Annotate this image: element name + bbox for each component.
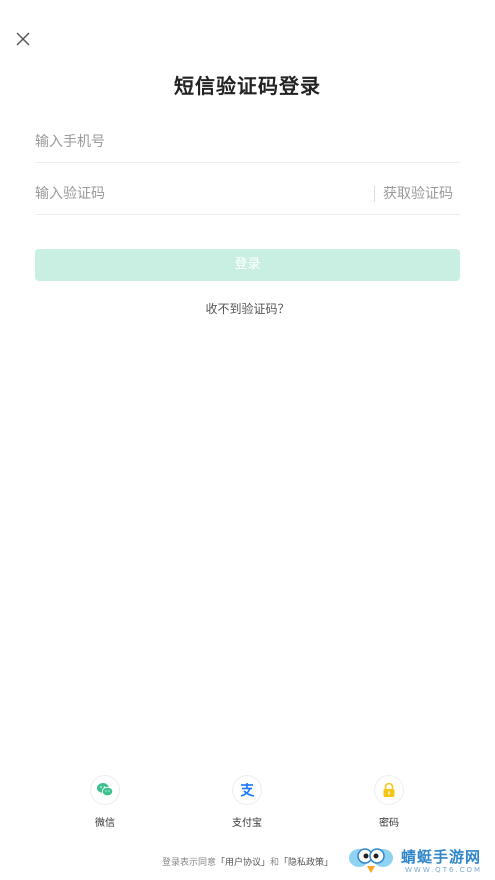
lock-icon <box>383 782 395 797</box>
no-code-link[interactable]: 收不到验证码？ <box>0 300 495 317</box>
close-button[interactable] <box>13 29 33 49</box>
code-input[interactable] <box>35 174 335 214</box>
get-code-button[interactable]: 获取验证码 <box>374 186 453 202</box>
close-icon <box>16 32 30 46</box>
alipay-icon-circle <box>232 775 262 805</box>
dragonfly-logo-icon <box>349 848 393 873</box>
phone-input[interactable] <box>35 122 335 162</box>
code-field: 获取验证码 <box>35 174 460 215</box>
wechat-login-button[interactable]: 微信 <box>65 775 145 829</box>
alipay-label: 支付宝 <box>232 818 262 829</box>
password-login-button[interactable]: 密码 <box>349 775 429 829</box>
wechat-label: 微信 <box>95 818 115 829</box>
phone-field <box>35 122 460 163</box>
watermark: 蜻蜓手游网 WWW.QT6.COM <box>347 842 493 878</box>
privacy-policy-link[interactable]: 「隐私政策」 <box>279 858 333 868</box>
login-button[interactable]: 登录 <box>35 249 460 281</box>
agreement-and: 和 <box>270 858 280 868</box>
page-title: 短信验证码登录 <box>174 74 321 98</box>
alipay-login-button[interactable]: 支付宝 <box>207 775 287 829</box>
agreement-prefix: 登录表示同意 <box>161 858 216 868</box>
watermark-name: 蜻蜓手游网 <box>401 848 482 866</box>
password-icon-circle <box>374 775 404 805</box>
wechat-icon-circle <box>90 775 120 805</box>
watermark-url: WWW.QT6.COM <box>405 866 483 874</box>
password-label: 密码 <box>379 818 399 829</box>
user-agreement-link[interactable]: 「用户协议」 <box>216 858 270 868</box>
alipay-icon <box>240 783 255 797</box>
wechat-icon <box>97 783 114 797</box>
